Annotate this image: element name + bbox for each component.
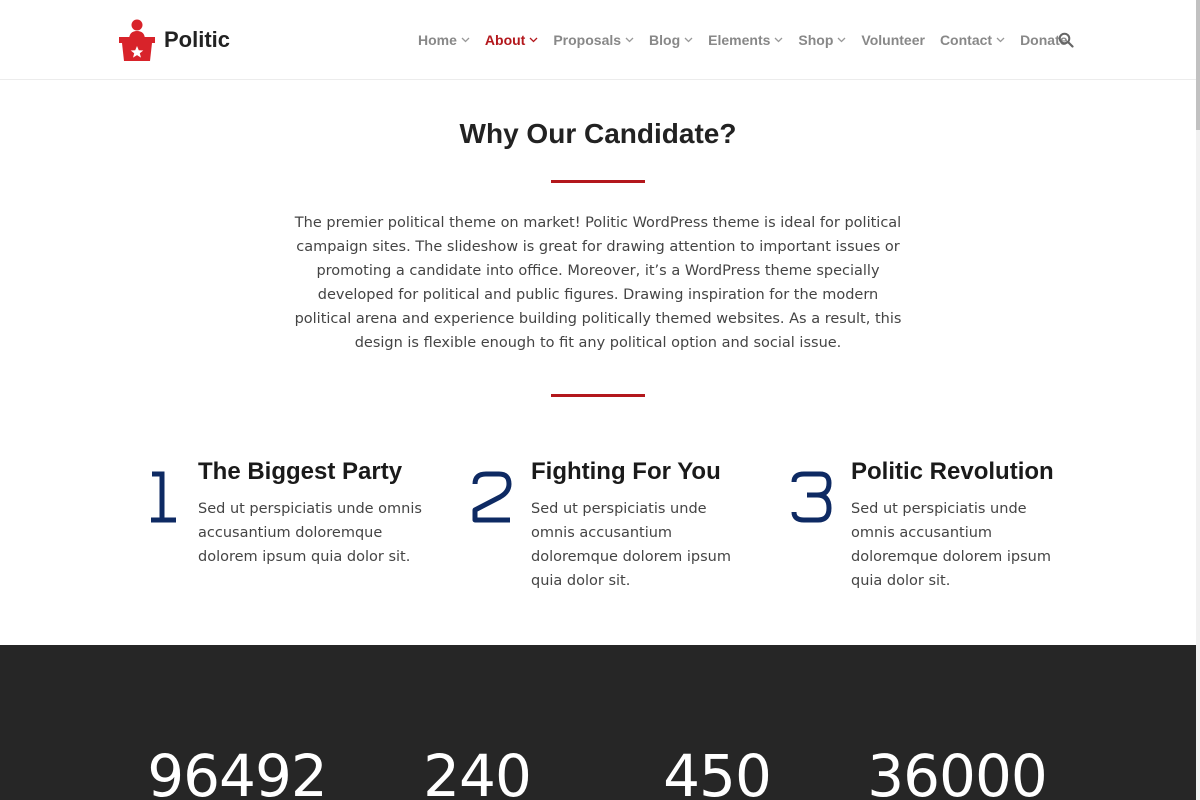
nav-item-contact[interactable]: Contact bbox=[940, 32, 1005, 48]
stat-counter-3: 450 bbox=[663, 742, 772, 800]
stat-counter-4: 36000 bbox=[867, 742, 1048, 800]
chevron-down-icon bbox=[996, 37, 1005, 43]
chevron-down-icon bbox=[461, 37, 470, 43]
feature-title: Politic Revolution bbox=[851, 458, 1054, 485]
nav-item-label: Proposals bbox=[553, 32, 622, 48]
section-title: Why Our Candidate? bbox=[459, 118, 737, 149]
stat-counter-1: 96492 bbox=[147, 742, 328, 800]
feature-item-2: Fighting For You Sed ut perspiciatis und… bbox=[470, 458, 770, 589]
nav-item-label: Contact bbox=[939, 32, 993, 48]
feature-title: The Biggest Party bbox=[198, 458, 403, 485]
feature-text: Sed ut perspiciatis unde omnis accusanti… bbox=[198, 501, 422, 565]
nav-item-shop[interactable]: Shop bbox=[798, 32, 846, 48]
nav-item-blog[interactable]: Blog bbox=[649, 32, 693, 48]
feature-text: Sed ut perspiciatis unde omnis accusanti… bbox=[851, 501, 1051, 589]
title-divider bbox=[551, 180, 645, 183]
site-header: Politic Home About Proposals Blog Elements Sh… bbox=[0, 0, 1196, 80]
chevron-down-icon bbox=[837, 37, 846, 43]
nav-item-label: About bbox=[484, 32, 526, 48]
nav-item-elements[interactable]: Elements bbox=[708, 32, 783, 48]
feature-number-2 bbox=[472, 471, 512, 523]
feature-number-3 bbox=[791, 471, 832, 523]
chevron-down-icon bbox=[529, 37, 538, 43]
nav-item-label: Elements bbox=[708, 32, 771, 48]
nav-item-proposals[interactable]: Proposals bbox=[553, 32, 634, 48]
site-logo[interactable]: Politic bbox=[118, 18, 230, 62]
feature-item-3: Politic Revolution Sed ut perspiciatis u… bbox=[790, 458, 1090, 589]
chevron-down-icon bbox=[684, 37, 693, 43]
site-name: Politic bbox=[164, 27, 231, 52]
stat-counter-2: 240 bbox=[423, 742, 532, 800]
page-scrollbar[interactable] bbox=[1196, 0, 1200, 800]
main-navigation: Home About Proposals Blog Elements Shop Volunt… bbox=[418, 29, 1083, 51]
feature-text: Sed ut perspiciatis unde omnis accusanti… bbox=[531, 501, 731, 589]
feature-item-1: The Biggest Party Sed ut perspiciatis un… bbox=[148, 458, 448, 578]
nav-item-label: Shop bbox=[798, 32, 834, 48]
stats-band: 96492 240 450 36000 bbox=[0, 645, 1196, 800]
chevron-down-icon bbox=[625, 37, 634, 43]
intro-divider bbox=[551, 394, 645, 397]
nav-item-label: Blog bbox=[649, 32, 681, 48]
nav-item-label: Volunteer bbox=[861, 32, 925, 48]
nav-item-volunteer[interactable]: Volunteer bbox=[861, 32, 925, 48]
chevron-down-icon bbox=[774, 37, 783, 43]
feature-title: Fighting For You bbox=[531, 458, 721, 485]
intro-paragraph: The premier political theme on market! P… bbox=[294, 215, 902, 351]
nav-item-home[interactable]: Home bbox=[418, 32, 470, 48]
feature-number-1 bbox=[151, 471, 176, 523]
scrollbar-thumb[interactable] bbox=[1196, 0, 1200, 130]
nav-item-label: Home bbox=[418, 32, 457, 48]
search-icon[interactable] bbox=[1058, 32, 1074, 48]
podium-logo-icon bbox=[119, 19, 155, 61]
nav-item-about[interactable]: About bbox=[485, 32, 538, 48]
